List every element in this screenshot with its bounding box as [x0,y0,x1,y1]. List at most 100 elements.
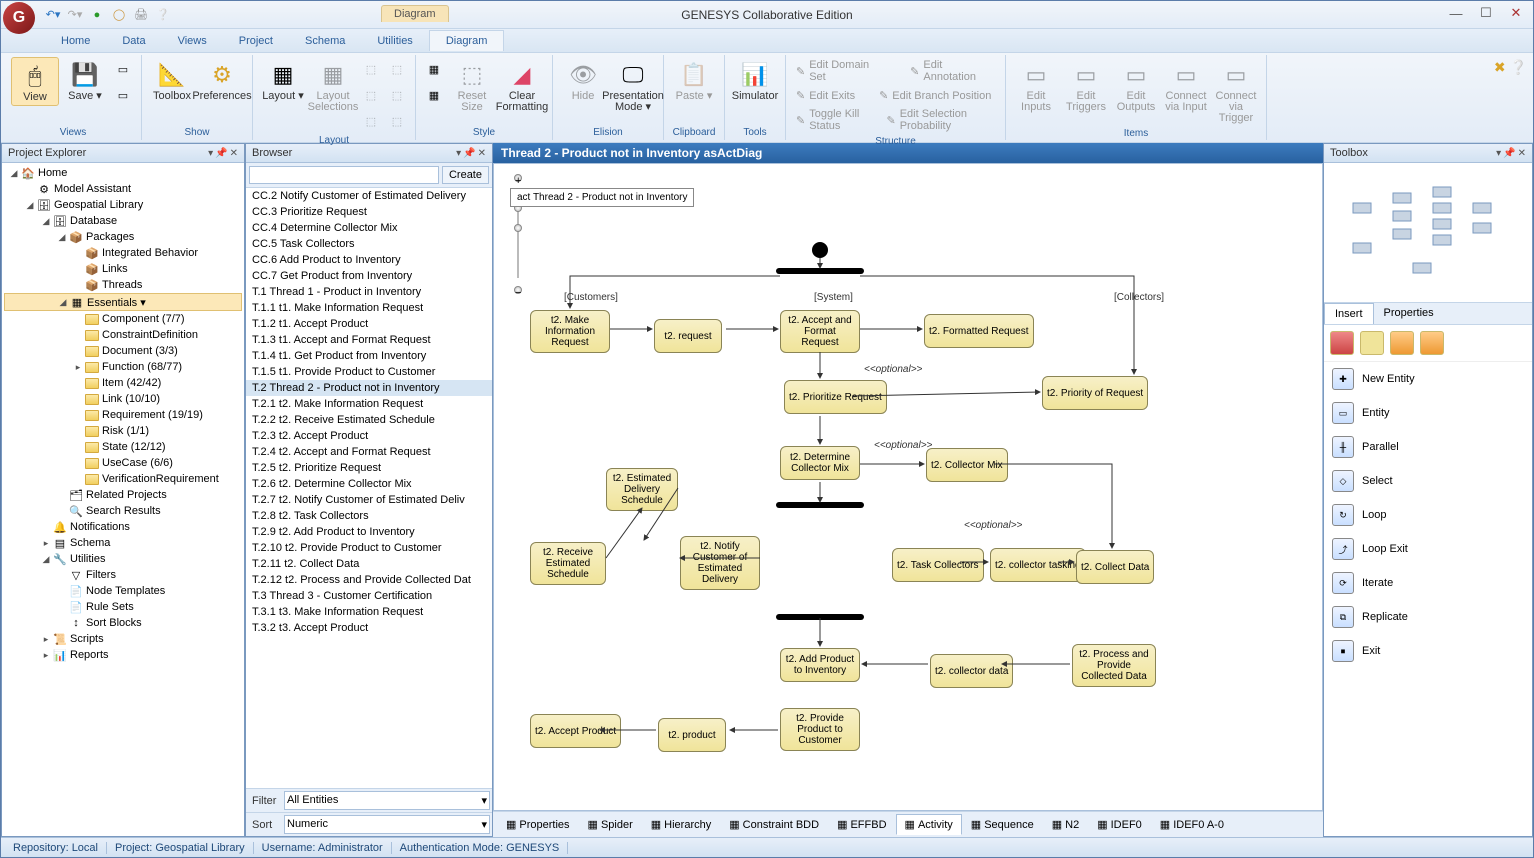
browser-item[interactable]: T.2.1 t2. Make Information Request [246,396,492,412]
menu-data[interactable]: Data [106,31,161,51]
simulator-button[interactable]: 📊Simulator [731,57,779,104]
minimize-button[interactable]: — [1441,3,1471,23]
diagram-tab-hierarchy[interactable]: ▦Hierarchy [642,814,720,835]
browser-item[interactable]: T.3.2 t3. Accept Product [246,620,492,636]
toolbox-item[interactable]: ╫Parallel [1324,430,1532,464]
tree-item[interactable]: VerificationRequirement [4,471,242,487]
activity-box[interactable]: t2. Notify Customer of Estimated Deliver… [680,536,760,590]
small-btn-1[interactable]: ▭ [111,57,135,81]
toolbox-item[interactable]: ▭Entity [1324,396,1532,430]
tree-item[interactable]: Component (7/7) [4,311,242,327]
tree-item[interactable]: 📦Integrated Behavior [4,245,242,261]
activity-box[interactable]: t2. request [654,319,722,353]
reset-size-button[interactable]: ⬚Reset Size [448,57,496,115]
style-2[interactable]: ▦ [422,83,446,107]
browser-item[interactable]: T.2.4 t2. Accept and Format Request [246,444,492,460]
toolbox-item[interactable]: ⤴Loop Exit [1324,532,1532,566]
menu-utilities[interactable]: Utilities [361,31,428,51]
style-1[interactable]: ▦ [422,57,446,81]
view-button[interactable]: 🖱View [11,57,59,106]
browser-item[interactable]: T.2.5 t2. Prioritize Request [246,460,492,476]
browser-item[interactable]: T.1.2 t1. Accept Product [246,316,492,332]
undo-icon[interactable]: ↶▾ [43,5,63,25]
menu-project[interactable]: Project [223,31,289,51]
menu-home[interactable]: Home [45,31,106,51]
tb-icon-3[interactable] [1390,331,1414,355]
browser-item[interactable]: T.1.1 t1. Make Information Request [246,300,492,316]
toolbox-item[interactable]: ⧉Replicate [1324,600,1532,634]
pin-icon[interactable]: 📌 [463,148,475,159]
activity-box[interactable]: t2. Collector Mix [926,448,1008,482]
activity-box[interactable]: t2. Priority of Request [1042,376,1148,410]
browser-item[interactable]: CC.4 Determine Collector Mix [246,220,492,236]
tree-item[interactable]: 📦Threads [4,277,242,293]
hide-button[interactable]: 👁Hide [559,57,607,104]
browser-item[interactable]: CC.7 Get Product from Inventory [246,268,492,284]
activity-box[interactable]: t2. Make Information Request [530,310,610,353]
tree-item[interactable]: 🔔Notifications [4,519,242,535]
align-4[interactable]: ⬚ [385,57,409,81]
align-1[interactable]: ⬚ [359,57,383,81]
ribbon-help-icon[interactable]: ❔ [1510,59,1527,76]
tree-item[interactable]: ◢🗄Database [4,213,242,229]
browser-item[interactable]: CC.3 Prioritize Request [246,204,492,220]
menu-schema[interactable]: Schema [289,31,361,51]
tree-item[interactable]: UseCase (6/6) [4,455,242,471]
tree-item[interactable]: ◢🔧Utilities [4,551,242,567]
tree-item[interactable]: State (12/12) [4,439,242,455]
activity-box[interactable]: t2. product [658,718,726,752]
activity-box[interactable]: t2. Determine Collector Mix [780,446,860,480]
pin-icon[interactable]: 📌 [215,148,227,159]
activity-box[interactable]: t2. Receive Estimated Schedule [530,542,606,585]
browser-item[interactable]: T.1.4 t1. Get Product from Inventory [246,348,492,364]
diagram-tab-n2[interactable]: ▦N2 [1043,814,1088,835]
tree-item[interactable]: Link (10/10) [4,391,242,407]
activity-box[interactable]: t2. Collect Data [1076,550,1154,584]
tb-icon-1[interactable] [1330,331,1354,355]
paste-button[interactable]: 📋Paste ▾ [670,57,718,104]
browser-item[interactable]: CC.2 Notify Customer of Estimated Delive… [246,188,492,204]
browser-item[interactable]: T.2.9 t2. Add Product to Inventory [246,524,492,540]
tb-icon-2[interactable] [1360,331,1384,355]
activity-box[interactable]: t2. Formatted Request [924,314,1034,348]
diagram-tab-sequence[interactable]: ▦Sequence [962,814,1043,835]
browser-item[interactable]: T.2 Thread 2 - Product not in Inventory [246,380,492,396]
menu-views[interactable]: Views [162,31,223,51]
fork-bar-2[interactable] [776,502,864,508]
browser-item[interactable]: T.2.10 t2. Provide Product to Customer [246,540,492,556]
close-button[interactable]: ✕ [1501,3,1531,23]
activity-box[interactable]: t2. collector tasking [990,548,1086,582]
browser-item[interactable]: CC.5 Task Collectors [246,236,492,252]
sort-select[interactable]: Numeric ▾ [284,815,490,834]
browser-item[interactable]: T.3 Thread 3 - Customer Certification [246,588,492,604]
preferences-button[interactable]: ⚙Preferences [198,57,246,104]
browser-item[interactable]: T.1.3 t1. Accept and Format Request [246,332,492,348]
filter-select[interactable]: All Entities ▾ [284,791,490,810]
fork-bar-1[interactable] [776,268,864,274]
activity-box[interactable]: t2. Estimated Delivery Schedule [606,468,678,511]
tree-item[interactable]: Document (3/3) [4,343,242,359]
browser-item[interactable]: CC.6 Add Product to Inventory [246,252,492,268]
diagram-tab-spider[interactable]: ▦Spider [579,814,642,835]
align-6[interactable]: ⬚ [385,109,409,133]
print-icon[interactable]: 🖨 [131,5,151,25]
tree-item[interactable]: ◢📦Packages [4,229,242,245]
align-2[interactable]: ⬚ [359,83,383,107]
tree-item[interactable]: ↕Sort Blocks [4,615,242,631]
browser-item[interactable]: T.1.5 t1. Provide Product to Customer [246,364,492,380]
help-icon[interactable]: ❔ [153,5,173,25]
align-5[interactable]: ⬚ [385,83,409,107]
browser-search-input[interactable] [249,166,439,184]
tree-item[interactable]: 📦Links [4,261,242,277]
dropdown-icon[interactable]: ▾ [456,148,461,159]
browser-item[interactable]: T.1 Thread 1 - Product in Inventory [246,284,492,300]
browser-item[interactable]: T.2.11 t2. Collect Data [246,556,492,572]
small-btn-2[interactable]: ▭ [111,83,135,107]
tab-properties[interactable]: Properties [1374,303,1444,324]
tree-item[interactable]: ⚙Model Assistant [4,181,242,197]
toolbox-item[interactable]: ◇Select [1324,464,1532,498]
presentation-button[interactable]: 🖵Presentation Mode ▾ [609,57,657,115]
align-3[interactable]: ⬚ [359,109,383,133]
activity-box[interactable]: t2. collector data [930,654,1013,688]
activity-box[interactable]: t2. Add Product to Inventory [780,648,860,682]
